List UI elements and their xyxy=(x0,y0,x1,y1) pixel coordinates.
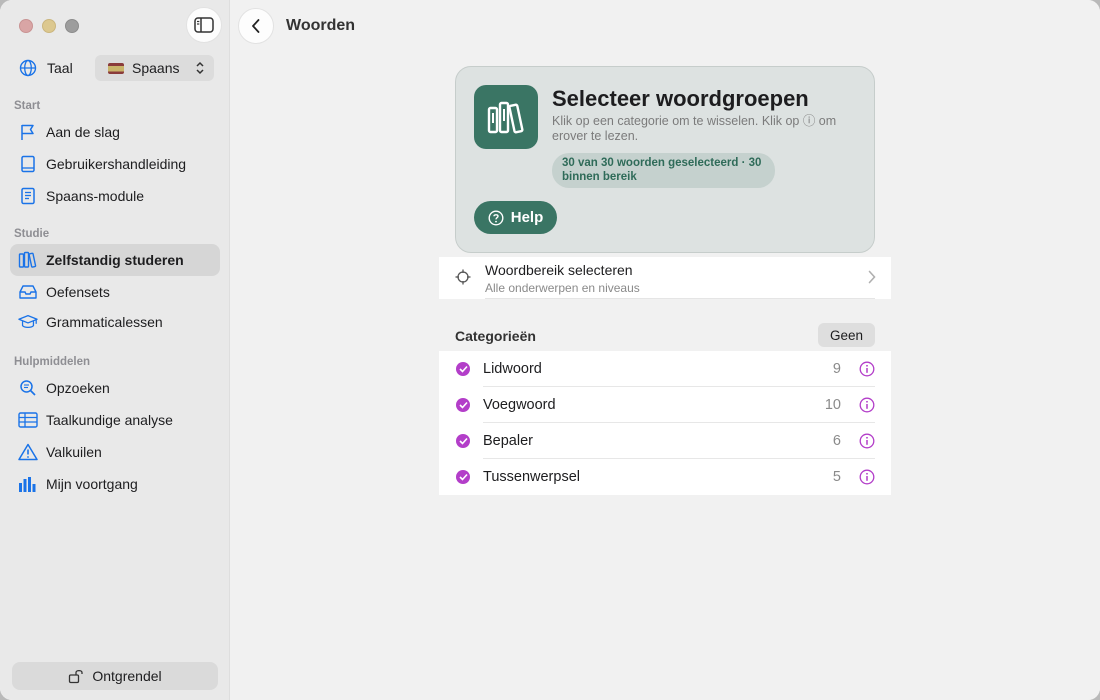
unlock-icon xyxy=(68,668,84,684)
category-name: Lidwoord xyxy=(483,361,542,377)
sidebar-item-spaans-module[interactable]: Spaans-module xyxy=(10,180,220,212)
checkmark-circle-icon xyxy=(456,434,470,448)
language-select[interactable]: Spaans xyxy=(95,55,214,81)
main-content: Woorden Selecteer woordgroepen Klik op e… xyxy=(230,0,1100,700)
section-heading-start: Start xyxy=(14,100,41,112)
book-icon xyxy=(18,154,38,174)
zoom-window-button[interactable] xyxy=(65,19,79,33)
sidebar-item-label: Taalkundige analyse xyxy=(46,412,173,428)
globe-icon xyxy=(18,58,38,78)
word-range-row[interactable]: Woordbereik selecteren Alle onderwerpen … xyxy=(439,257,891,299)
word-range-title: Woordbereik selecteren xyxy=(485,262,633,278)
language-select-value: Spaans xyxy=(132,60,180,76)
category-count: 10 xyxy=(824,397,841,413)
flag-icon xyxy=(18,122,38,142)
sidebar-item-taalkundige-analyse[interactable]: Taalkundige analyse xyxy=(10,404,220,436)
hero-card: Selecteer woordgroepen Klik op een categ… xyxy=(455,66,875,253)
table-icon xyxy=(18,410,38,430)
category-row-voegwoord[interactable]: Voegwoord 10 xyxy=(439,387,891,423)
back-button[interactable] xyxy=(238,8,274,44)
category-name: Voegwoord xyxy=(483,397,556,413)
section-heading-studie: Studie xyxy=(14,228,50,240)
selection-status-badge: 30 van 30 woorden geselecteerd · 30 binn… xyxy=(552,153,775,188)
category-row-lidwoord[interactable]: Lidwoord 9 xyxy=(439,351,891,387)
sidebar-item-label: Spaans-module xyxy=(46,188,145,204)
info-icon[interactable] xyxy=(859,397,875,413)
question-circle-icon xyxy=(488,209,504,226)
select-none-button[interactable]: Geen xyxy=(818,323,875,347)
sidebar-toggle-icon xyxy=(194,17,214,33)
category-count: 5 xyxy=(832,469,841,485)
warning-icon xyxy=(18,442,38,462)
checkmark-circle-icon xyxy=(456,470,470,484)
help-label: Help xyxy=(510,209,544,226)
category-name: Tussenwerpsel xyxy=(483,469,580,485)
crosshair-icon xyxy=(455,269,471,285)
info-icon[interactable] xyxy=(859,469,875,485)
sidebar-item-label: Opzoeken xyxy=(46,380,110,396)
section-heading-hulpmiddelen: Hulpmiddelen xyxy=(14,356,91,368)
close-window-button[interactable] xyxy=(19,19,33,33)
divider xyxy=(485,298,875,299)
sidebar-item-label: Gebruikershandleiding xyxy=(46,156,187,172)
hero-subtitle: Klik op een categorie om te wisselen. Kl… xyxy=(552,114,837,143)
sidebar-item-label: Grammaticalessen xyxy=(46,314,163,330)
unlock-button[interactable]: Ontgrendel xyxy=(12,662,218,690)
category-count: 9 xyxy=(832,361,841,377)
sidebar: Taal Spaans Start Aan de slag Gebruikers xyxy=(0,0,230,700)
page-title: Woorden xyxy=(286,17,356,34)
sidebar-item-aan-de-slag[interactable]: Aan de slag xyxy=(10,116,220,148)
chevron-up-down-icon xyxy=(196,61,204,75)
chevron-right-icon xyxy=(868,270,876,284)
sidebar-item-mijn-voortgang[interactable]: Mijn voortgang xyxy=(10,468,220,500)
category-list: Lidwoord 9 Voegwoord 10 Bepaler 6 Tussen… xyxy=(439,351,891,495)
sidebar-toggle-button[interactable] xyxy=(186,7,222,43)
checkmark-circle-icon xyxy=(456,398,470,412)
tray-icon xyxy=(18,282,38,302)
category-row-tussenwerpsel[interactable]: Tussenwerpsel 5 xyxy=(439,459,891,495)
info-icon[interactable] xyxy=(859,433,875,449)
sidebar-item-oefensets[interactable]: Oefensets xyxy=(10,276,220,308)
document-icon xyxy=(18,186,38,206)
language-label: Taal xyxy=(47,60,73,76)
sidebar-item-label: Valkuilen xyxy=(46,444,102,460)
minimize-window-button[interactable] xyxy=(42,19,56,33)
bar-chart-icon xyxy=(18,474,38,494)
graduation-cap-icon xyxy=(18,312,38,332)
spain-flag-icon xyxy=(108,62,124,74)
sidebar-item-grammaticalessen[interactable]: Grammaticalessen xyxy=(10,306,220,338)
unlock-label: Ontgrendel xyxy=(92,668,162,684)
sidebar-item-zelfstandig-studeren[interactable]: Zelfstandig studeren xyxy=(10,244,220,276)
category-row-bepaler[interactable]: Bepaler 6 xyxy=(439,423,891,459)
language-row: Taal Spaans xyxy=(18,55,214,81)
app-window: Taal Spaans Start Aan de slag Gebruikers xyxy=(0,0,1100,700)
sidebar-item-label: Zelfstandig studeren xyxy=(46,252,184,268)
magnifier-icon xyxy=(18,378,38,398)
info-icon[interactable] xyxy=(859,361,875,377)
chevron-left-icon xyxy=(252,19,260,33)
sidebar-item-label: Oefensets xyxy=(46,284,110,300)
category-count: 6 xyxy=(832,433,841,449)
sidebar-item-gebruikershandleiding[interactable]: Gebruikershandleiding xyxy=(10,148,220,180)
books-icon xyxy=(18,250,38,270)
books-icon xyxy=(474,85,538,149)
sidebar-item-valkuilen[interactable]: Valkuilen xyxy=(10,436,220,468)
sidebar-item-label: Mijn voortgang xyxy=(46,476,138,492)
category-name: Bepaler xyxy=(483,433,533,449)
hero-title: Selecteer woordgroepen xyxy=(552,86,809,111)
checkmark-circle-icon xyxy=(456,362,470,376)
help-button[interactable]: Help xyxy=(474,201,557,234)
sidebar-item-label: Aan de slag xyxy=(46,124,120,140)
word-range-subtitle: Alle onderwerpen en niveaus xyxy=(485,281,640,295)
categories-heading: Categorieën xyxy=(455,328,536,344)
sidebar-item-opzoeken[interactable]: Opzoeken xyxy=(10,372,220,404)
